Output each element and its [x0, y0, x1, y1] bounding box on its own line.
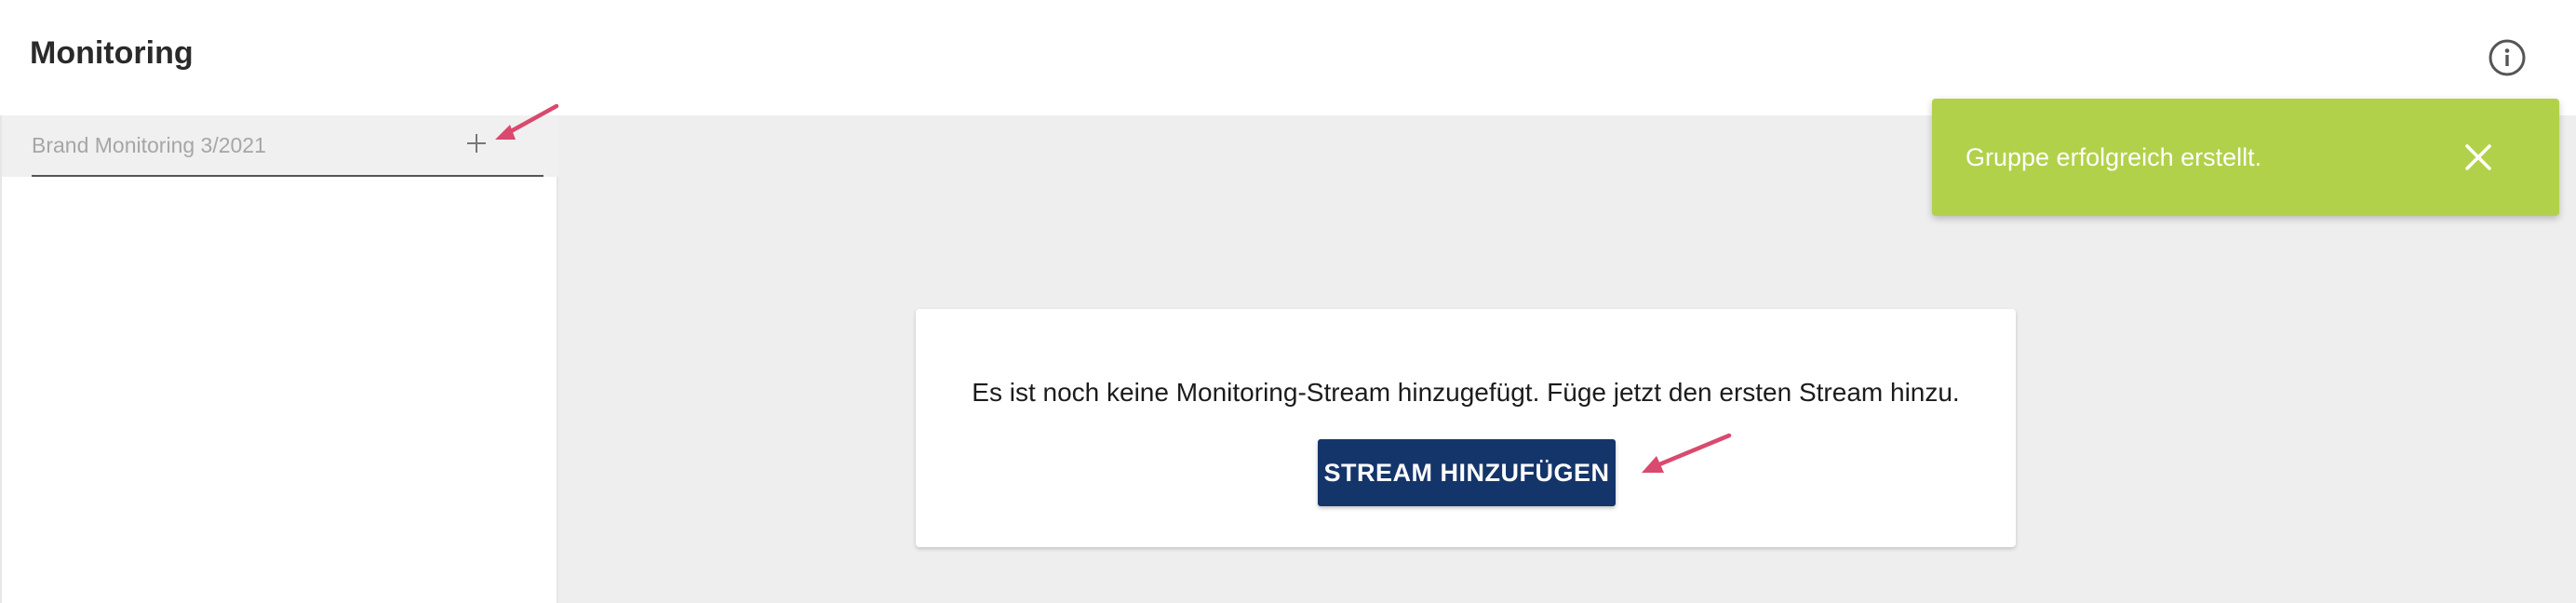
group-sidebar — [0, 115, 558, 603]
success-toast: Gruppe erfolgreich erstellt. — [1932, 99, 2559, 216]
group-name-input[interactable] — [32, 127, 450, 164]
input-underline — [32, 175, 543, 177]
plus-icon — [467, 134, 486, 153]
close-icon — [2465, 144, 2491, 170]
toast-close-button[interactable] — [2457, 136, 2500, 179]
empty-state-message: Es ist noch keine Monitoring-Stream hinz… — [972, 378, 1960, 407]
new-group-row — [2, 115, 558, 177]
empty-state-card: Es ist noch keine Monitoring-Stream hinz… — [916, 309, 2016, 547]
info-button[interactable] — [2487, 37, 2528, 78]
info-circle-icon — [2489, 39, 2526, 76]
annotation-arrow-icon — [495, 103, 559, 140]
add-group-button[interactable] — [458, 125, 495, 162]
annotation-arrow-icon — [1642, 433, 1732, 473]
toast-message: Gruppe erfolgreich erstellt. — [1966, 143, 2262, 171]
page-title: Monitoring — [30, 35, 194, 71]
add-stream-button[interactable]: STREAM HINZUFÜGEN — [1318, 439, 1616, 506]
